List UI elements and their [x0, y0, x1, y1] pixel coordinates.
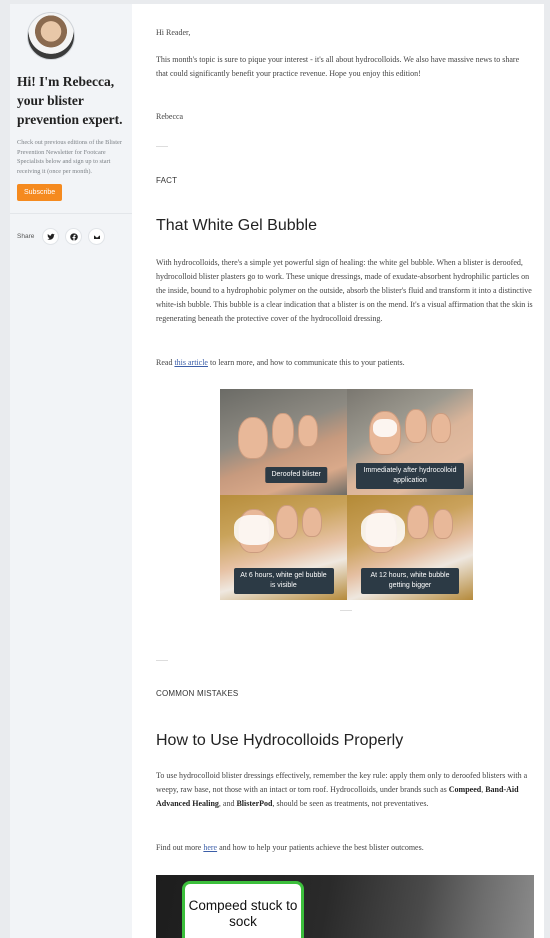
email-icon	[93, 234, 101, 240]
share-email-button[interactable]	[88, 228, 106, 246]
divider	[156, 146, 168, 147]
share-row: Share	[17, 228, 125, 246]
section-label-fact: FACT	[156, 176, 178, 185]
mistakes-title: How to Use Hydrocolloids Properly	[156, 732, 404, 749]
sidebar-greeting: Hi! I'm Rebecca, your blister prevention…	[17, 74, 123, 127]
fact-title: That White Gel Bubble	[156, 217, 317, 234]
caption: At 12 hours, white bubble getting bigger	[361, 568, 459, 594]
facebook-icon	[70, 233, 78, 241]
separator: , and	[218, 799, 237, 808]
photo-callout: Compeed stuck to sock	[182, 881, 304, 938]
article-link[interactable]: this article	[174, 358, 208, 367]
caption: Deroofed blister	[265, 467, 327, 483]
here-link[interactable]: here	[203, 843, 217, 852]
avatar	[27, 12, 75, 60]
signoff: Rebecca	[156, 112, 184, 121]
salutation: Hi Reader,	[156, 28, 191, 37]
sidebar-blurb: Check out previous editions of the Blist…	[17, 139, 122, 175]
photo-6-hours: At 6 hours, white gel bubble is visible	[220, 495, 347, 600]
subscribe-button[interactable]: Subscribe	[17, 184, 63, 202]
caption: At 6 hours, white gel bubble is visible	[233, 568, 334, 594]
share-facebook-button[interactable]	[65, 228, 83, 246]
photo-after-application: Immediately after hydrocolloid applicati…	[347, 389, 473, 495]
hydrocolloid-progression-image: Deroofed blister Immediately after hydro…	[220, 389, 473, 600]
section-label-mistakes: COMMON MISTAKES	[156, 689, 239, 698]
compeed-sock-photo: Compeed stuck to sock	[156, 875, 534, 938]
find-suffix: and how to help your patients achieve th…	[217, 843, 424, 852]
read-suffix: to learn more, and how to communicate th…	[207, 358, 405, 367]
divider	[156, 660, 168, 661]
share-twitter-button[interactable]	[42, 228, 60, 246]
caption: Immediately after hydrocolloid applicati…	[356, 463, 464, 489]
find-more-line: Find out more here and how to help your …	[156, 841, 534, 855]
share-label: Share	[17, 233, 35, 241]
sidebar-divider	[10, 213, 132, 215]
mistakes-text-2: , should be seen as treatments, not prev…	[272, 799, 429, 808]
photo-12-hours: At 12 hours, white bubble getting bigger	[347, 495, 473, 600]
intro-paragraph: This month's topic is sure to pique your…	[156, 55, 520, 78]
read-more-line: Read this article to learn more, and how…	[156, 356, 534, 370]
fact-paragraph: With hydrocolloids, there's a simple yet…	[156, 258, 533, 323]
twitter-icon	[47, 233, 55, 240]
image-divider	[340, 610, 352, 611]
brand-blisterpod: BlisterPod	[236, 799, 273, 808]
find-prefix: Find out more	[156, 843, 204, 852]
brand-compeed: Compeed	[448, 785, 482, 794]
photo-deroofed: Deroofed blister	[220, 389, 347, 495]
sidebar: Hi! I'm Rebecca, your blister prevention…	[10, 4, 132, 938]
read-prefix: Read	[156, 358, 175, 367]
mistakes-paragraph: To use hydrocolloid blister dressings ef…	[156, 769, 534, 811]
